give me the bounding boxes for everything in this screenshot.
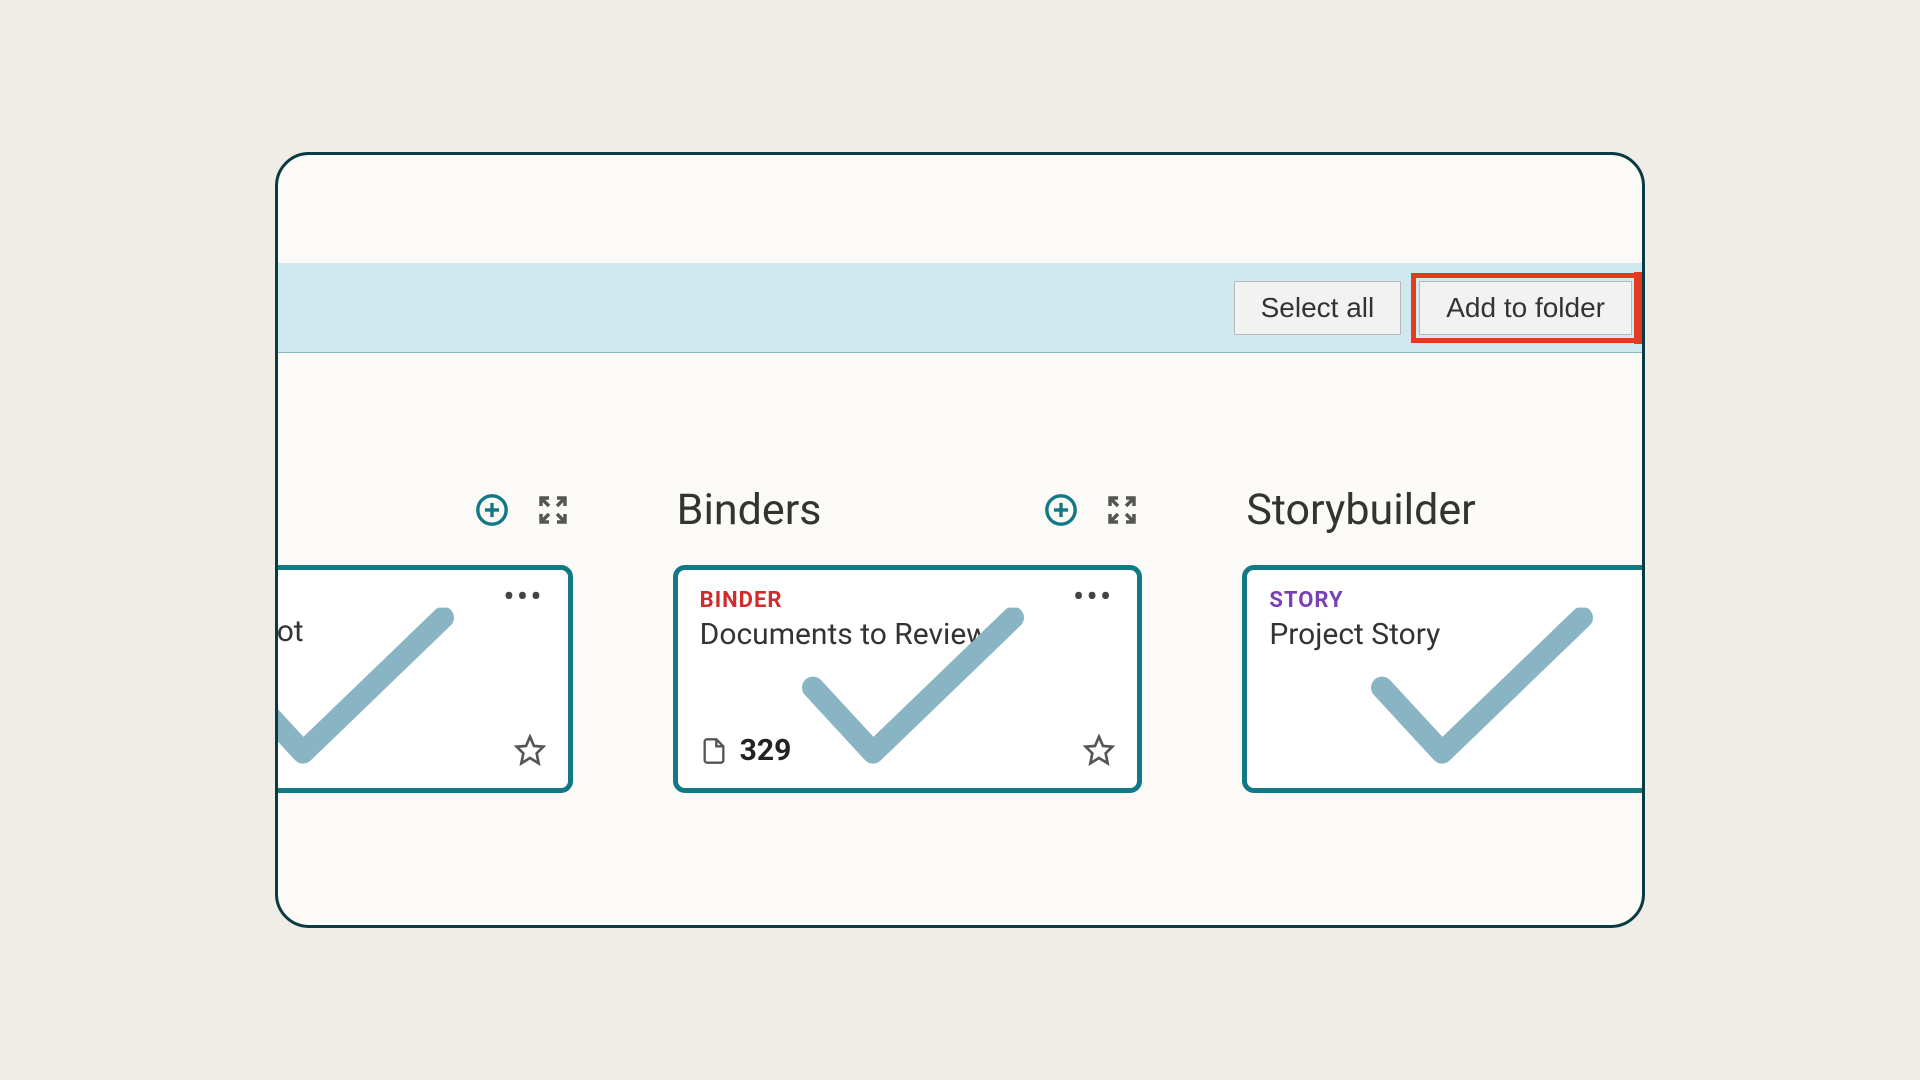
- add-icon[interactable]: [1044, 493, 1078, 527]
- card-menu-icon[interactable]: •••: [1073, 592, 1113, 602]
- card-title: nts rated Hot: [275, 614, 546, 649]
- app-window: Select all Add to folder es nts rated Ho…: [275, 152, 1645, 928]
- card-title: Documents to Review: [700, 617, 1116, 652]
- card-count: 329: [700, 733, 792, 768]
- column-title: Binders: [677, 485, 822, 535]
- column-binders: Binders BINDER Documents to Review •••: [673, 485, 1143, 793]
- selection-toolbar: Select all Add to folder: [278, 263, 1642, 353]
- expand-icon[interactable]: [537, 494, 569, 526]
- column-header: Binders: [673, 485, 1143, 535]
- add-to-folder-button[interactable]: Add to folder: [1419, 281, 1632, 335]
- binder-card[interactable]: BINDER Documents to Review ••• 329: [673, 565, 1143, 793]
- favorite-star-icon[interactable]: [1083, 734, 1115, 770]
- card-tag: BINDER: [700, 588, 1116, 613]
- card-menu-icon[interactable]: •••: [503, 592, 543, 602]
- column-actions: [475, 493, 569, 527]
- column-header: es: [275, 485, 573, 535]
- story-card[interactable]: STORY Project Story: [1242, 565, 1645, 793]
- document-icon: [700, 737, 728, 765]
- column-storybuilder: Storybuilder STORY Project Story: [1242, 485, 1645, 793]
- column-actions: [1044, 493, 1138, 527]
- expand-icon[interactable]: [1106, 494, 1138, 526]
- highlight-clipped-edge: [1634, 272, 1642, 344]
- column-header: Storybuilder: [1242, 485, 1645, 535]
- card-tag: STORY: [1269, 588, 1645, 613]
- search-card[interactable]: nts rated Hot •••: [275, 565, 573, 793]
- columns-row: es nts rated Hot •••: [275, 485, 1645, 793]
- add-icon[interactable]: [475, 493, 509, 527]
- card-count-value: 329: [740, 733, 792, 768]
- card-title: Project Story: [1269, 617, 1645, 652]
- column-title: Storybuilder: [1246, 485, 1475, 535]
- favorite-star-icon[interactable]: [514, 734, 546, 770]
- column-searches: es nts rated Hot •••: [275, 485, 573, 793]
- select-all-button[interactable]: Select all: [1234, 281, 1402, 335]
